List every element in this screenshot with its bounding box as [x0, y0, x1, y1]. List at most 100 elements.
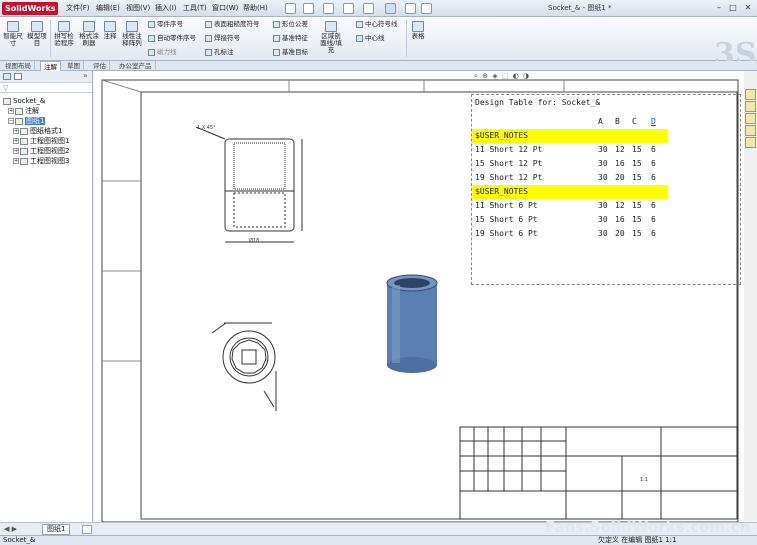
surface-finish-button[interactable]: 表面粗糙度符号	[205, 20, 260, 29]
socket-3d-model	[386, 274, 438, 373]
close-button[interactable]: ✕	[742, 2, 754, 14]
property-tab-icon[interactable]	[14, 73, 22, 80]
drawing-icon	[3, 97, 11, 105]
row-value: 15	[632, 159, 642, 168]
view-palette-icon[interactable]	[745, 125, 756, 136]
spell-check-button[interactable]: 拼写检验程序	[52, 21, 76, 47]
expand-icon[interactable]: +	[13, 138, 19, 144]
design-table-row: 11 Short 12 Pt 30 12 15 6	[472, 143, 668, 157]
row-value: 16	[615, 159, 625, 168]
format-painter-button[interactable]: 格式涂刷器	[78, 21, 100, 47]
ribbon-separator	[406, 20, 407, 57]
chamfer-dimension: 1 X 45°	[197, 125, 216, 131]
row-value: 16	[615, 215, 625, 224]
appearances-icon[interactable]	[745, 137, 756, 148]
datum-target-button[interactable]: 基准目标	[273, 48, 308, 57]
row-value: 30	[598, 229, 608, 238]
zoom-select-icon[interactable]	[385, 3, 396, 14]
hole-callout-button[interactable]: 孔标注	[205, 48, 234, 57]
row-value: 30	[598, 145, 608, 154]
sheet-format-icon	[20, 127, 28, 135]
menu-edit[interactable]: 编辑(E)	[96, 3, 120, 13]
expand-icon[interactable]: +	[13, 128, 19, 134]
design-library-icon[interactable]	[745, 101, 756, 112]
auto-balloon-icon	[148, 34, 155, 42]
minimize-button[interactable]: –	[713, 2, 725, 14]
note-button[interactable]: 注释	[102, 21, 118, 40]
sheet-nav-icon[interactable]: ◀ ▶	[4, 525, 17, 533]
collapse-icon[interactable]: −	[8, 118, 14, 124]
maximize-button[interactable]: □	[727, 2, 739, 14]
sheet-tab-1[interactable]: 图纸1	[42, 524, 71, 535]
undo-icon[interactable]	[363, 3, 374, 14]
gtol-button[interactable]: 形位公差	[273, 20, 308, 29]
row-value: 30	[598, 173, 608, 182]
task-pane-icons	[744, 88, 757, 149]
linear-note-pattern-button[interactable]: 线性注释阵列	[120, 21, 144, 47]
tab-view-layout[interactable]: 视图布局	[2, 61, 35, 71]
row-value: 15	[632, 201, 642, 210]
weld-symbol-button[interactable]: 焊接符号	[205, 34, 240, 43]
row-value: 30	[598, 201, 608, 210]
format-painter-icon	[83, 21, 95, 32]
menu-insert[interactable]: 插入(I)	[155, 3, 177, 13]
tab-annotation[interactable]: 注解	[40, 61, 61, 71]
tree-sheet[interactable]: − 图纸1	[8, 116, 46, 126]
model-items-button[interactable]: 模型项目	[26, 21, 48, 47]
menu-file[interactable]: 文件(F)	[66, 3, 90, 13]
tables-button[interactable]: 表格	[410, 21, 426, 40]
hole-callout-icon	[205, 48, 212, 56]
spell-check-icon	[58, 21, 70, 32]
menu-help[interactable]: 帮助(H)	[243, 3, 268, 13]
expand-icon[interactable]: +	[13, 148, 19, 154]
row-label: 15 Short 6 Pt	[475, 215, 538, 224]
new-document-icon[interactable]	[285, 3, 296, 14]
datum-target-icon	[273, 48, 280, 56]
row-value: 12	[615, 201, 625, 210]
tree-sheet-format[interactable]: + 图纸格式1	[13, 126, 62, 136]
feature-tree-tab-icon[interactable]	[3, 73, 11, 80]
tree-annotations[interactable]: + 注解	[8, 106, 39, 116]
expand-icon[interactable]: +	[13, 158, 19, 164]
open-icon[interactable]	[303, 3, 314, 14]
row-value: 30	[598, 159, 608, 168]
header-b: B	[615, 117, 620, 126]
rebuild-icon[interactable]	[405, 3, 416, 14]
row-value: 12	[615, 145, 625, 154]
tree-view-1[interactable]: + 工程图视图1	[13, 136, 69, 146]
row-value: 6	[651, 215, 656, 224]
datum-feature-button[interactable]: 基准特征	[273, 34, 308, 43]
center-mark-button[interactable]: 中心符号线	[356, 20, 398, 29]
balloon-button[interactable]: 零件序号	[148, 20, 183, 29]
ribbon-separator	[50, 20, 51, 57]
tab-office-products[interactable]: 办公室产品	[116, 61, 156, 71]
expand-icon[interactable]: +	[8, 108, 14, 114]
drawing-canvas[interactable]: ⌕ ⊕ ◈ ⬚ ◐ ◑ 1 X 45° Ø18 1:1 Design Table…	[94, 71, 744, 522]
filter-bar[interactable]: ▽	[0, 83, 92, 93]
smart-dimension-button[interactable]: 智能尺寸	[2, 21, 24, 47]
row-label: 11 Short 6 Pt	[475, 201, 538, 210]
tree-root[interactable]: Socket_&	[3, 96, 45, 106]
resources-icon[interactable]	[745, 89, 756, 100]
design-table[interactable]: Design Table for: Socket_& A B C D $USER…	[471, 94, 741, 285]
tab-evaluate[interactable]: 评估	[90, 61, 110, 71]
drawing-view-icon	[20, 137, 28, 145]
add-sheet-icon[interactable]	[82, 525, 92, 534]
auto-balloon-button[interactable]: 自动零件序号	[148, 34, 196, 43]
file-explorer-icon[interactable]	[745, 113, 756, 124]
expand-panel-icon[interactable]: »	[83, 71, 88, 80]
centerline-button[interactable]: 中心线	[356, 34, 385, 43]
row-value: 15	[632, 215, 642, 224]
menu-tools[interactable]: 工具(T)	[183, 3, 207, 13]
options-icon[interactable]	[421, 3, 432, 14]
tree-view-3[interactable]: + 工程图视图3	[13, 156, 69, 166]
tab-sketch[interactable]: 草图	[64, 61, 84, 71]
menu-view[interactable]: 视图(V)	[126, 3, 150, 13]
area-hatch-button[interactable]: 区域剖面线/填充	[320, 21, 342, 54]
menu-window[interactable]: 窗口(W)	[212, 3, 238, 13]
header-c: C	[632, 117, 637, 126]
save-icon[interactable]	[323, 3, 334, 14]
magnetic-line-button[interactable]: 磁力线	[148, 48, 177, 57]
print-icon[interactable]	[343, 3, 354, 14]
tree-view-2[interactable]: + 工程图视图2	[13, 146, 69, 156]
